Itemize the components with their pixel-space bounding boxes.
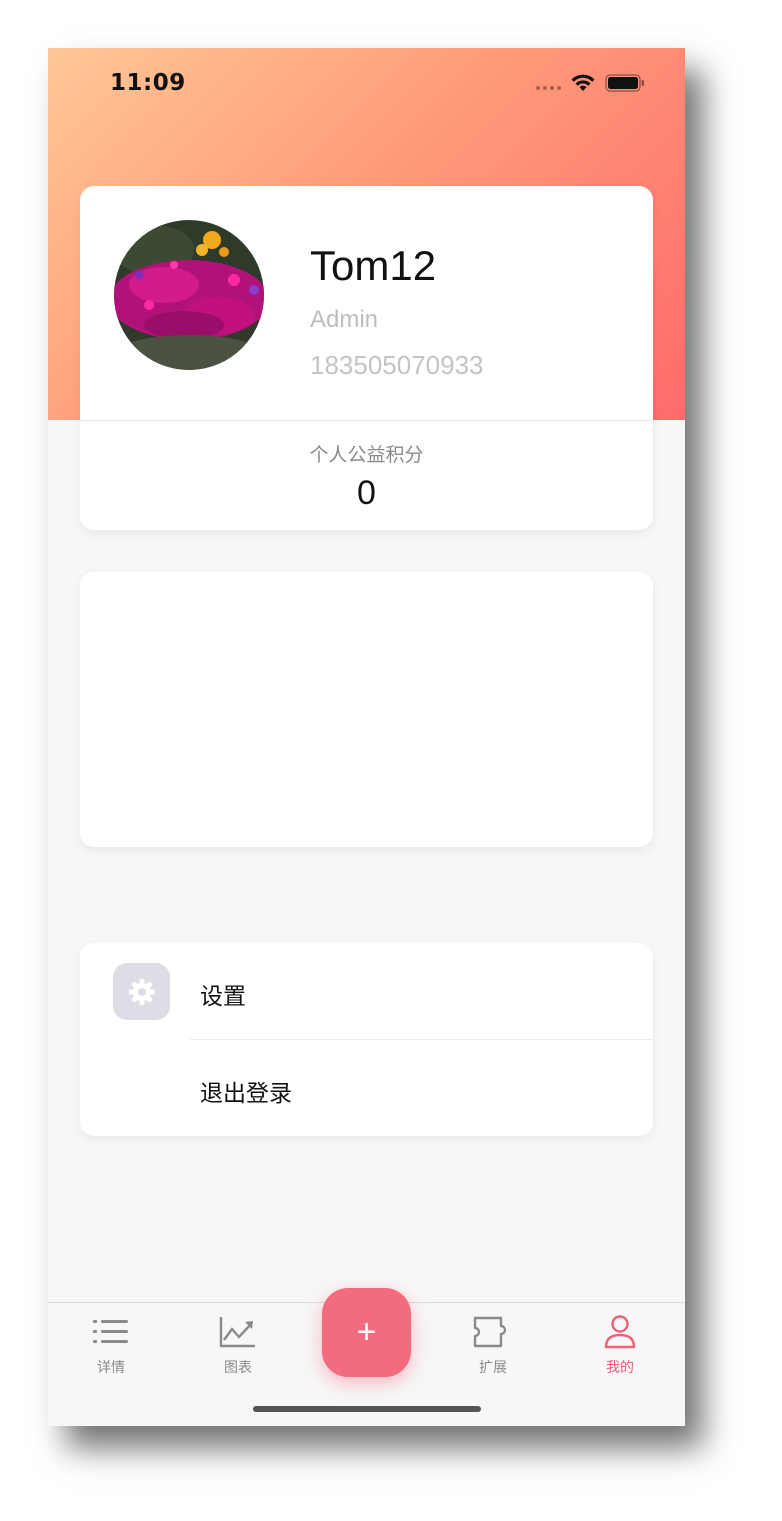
user-icon [575, 1313, 665, 1351]
add-button[interactable]: + [322, 1288, 411, 1377]
tab-mine[interactable]: 我的 [575, 1313, 665, 1383]
points-value: 0 [357, 474, 376, 512]
tab-extend[interactable]: 扩展 [448, 1313, 538, 1383]
tab-detail-label: 详情 [97, 1360, 125, 1376]
battery-icon [605, 74, 645, 92]
profile-divider [80, 420, 653, 421]
tab-extend-label: 扩展 [479, 1360, 507, 1376]
tab-mine-label: 我的 [606, 1360, 634, 1376]
wifi-icon [571, 74, 595, 92]
plus-icon: + [356, 1313, 377, 1351]
content-card [80, 572, 653, 847]
puzzle-icon [448, 1313, 538, 1351]
menu-card: 设置 退出登录 [80, 943, 653, 1136]
logout-menu-item[interactable]: 退出登录 [80, 1040, 653, 1136]
profile-role: Admin [310, 306, 379, 333]
avatar[interactable] [114, 220, 264, 370]
gear-icon [113, 963, 170, 1020]
phone-screen: 11:09 Tom12 Admin 183505070933 个人公益积分 0 … [48, 48, 685, 1426]
points-label: 个人公益积分 [309, 444, 424, 466]
screenshot-stage: 11:09 Tom12 Admin 183505070933 个人公益积分 0 … [0, 0, 782, 1521]
list-icon [66, 1313, 156, 1351]
profile-card: Tom12 Admin 183505070933 个人公益积分 0 [80, 186, 653, 530]
status-time: 11:09 [110, 70, 186, 96]
cellular-signal-icon [536, 76, 561, 90]
status-indicators [536, 74, 645, 92]
settings-menu-item[interactable]: 设置 [80, 943, 653, 1040]
home-indicator [253, 1406, 481, 1412]
logout-label: 退出登录 [200, 1081, 292, 1107]
profile-name: Tom12 [310, 242, 437, 289]
tab-chart[interactable]: 图表 [193, 1313, 283, 1383]
tab-detail[interactable]: 详情 [66, 1313, 156, 1383]
profile-phone: 183505070933 [310, 350, 484, 380]
chart-icon [193, 1313, 283, 1351]
tab-chart-label: 图表 [224, 1360, 252, 1376]
settings-label: 设置 [200, 984, 246, 1010]
